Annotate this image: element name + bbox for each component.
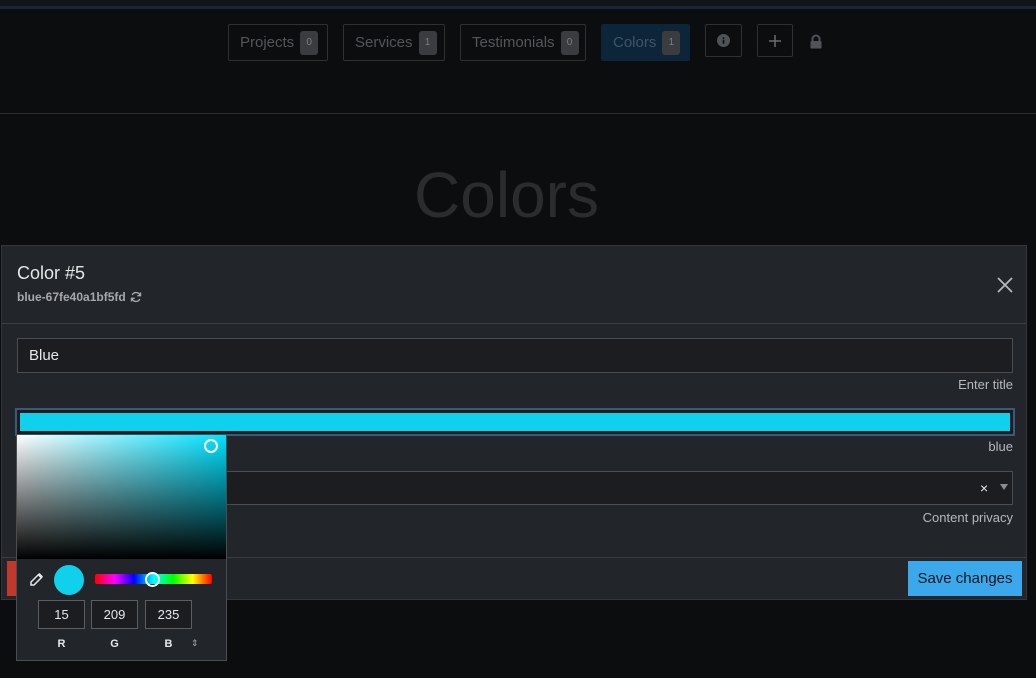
nav-colors-label: Colors	[613, 34, 657, 51]
blue-input[interactable]	[145, 600, 192, 629]
chevron-down-icon[interactable]	[1000, 484, 1008, 490]
nav-bar: Projects 0 Services 1 Testimonials 0 Col…	[0, 24, 1036, 62]
modal-header-divider	[2, 323, 1026, 324]
color-input[interactable]	[15, 408, 1015, 436]
nav-projects-count: 0	[300, 30, 319, 55]
blue-label: B	[164, 638, 173, 650]
modal-title: Color #5	[17, 263, 86, 283]
nav-testimonials-label: Testimonials	[472, 34, 555, 51]
modal-slug: blue-67fe40a1bf5fd	[17, 290, 142, 304]
nav-testimonials-count: 0	[560, 30, 579, 55]
slug-text: blue-67fe40a1bf5fd	[17, 290, 126, 304]
nav-services-count: 1	[418, 30, 437, 55]
hue-slider-handle[interactable]	[145, 572, 160, 587]
nav-services-label: Services	[355, 34, 413, 51]
add-button[interactable]	[757, 24, 793, 57]
lock-icon	[810, 34, 822, 49]
info-button[interactable]	[705, 24, 742, 57]
format-toggle-icon[interactable]: ⇕	[191, 638, 199, 649]
nav-colors-button[interactable]: Colors 1	[601, 24, 690, 61]
color-value-swatch	[20, 413, 1010, 431]
save-button[interactable]: Save changes	[908, 561, 1022, 596]
privacy-helper-text: Content privacy	[922, 510, 1013, 525]
nav-projects-button[interactable]: Projects 0	[228, 24, 328, 61]
eyedropper-icon[interactable]	[28, 572, 44, 588]
nav-projects-label: Projects	[240, 34, 295, 51]
saturation-value-cursor[interactable]	[204, 439, 218, 453]
plus-icon	[769, 34, 781, 47]
close-icon[interactable]	[995, 275, 1015, 295]
nav-colors-count: 1	[662, 30, 681, 55]
info-icon	[717, 34, 730, 47]
refresh-icon[interactable]	[130, 291, 142, 303]
title-helper-text: Enter title	[958, 377, 1013, 392]
color-preview	[54, 565, 84, 595]
color-picker-popup: R G B ⇕	[16, 434, 227, 661]
red-input[interactable]	[38, 600, 85, 629]
title-input[interactable]	[17, 338, 1013, 373]
top-accent-bar	[0, 0, 1036, 9]
page-title: Colors	[414, 159, 599, 231]
green-input[interactable]	[91, 600, 138, 629]
saturation-value-area[interactable]	[17, 435, 226, 559]
select-clear-icon[interactable]: ×	[980, 480, 988, 496]
lock-button[interactable]	[809, 34, 823, 54]
header-divider	[0, 113, 1036, 114]
color-helper-text: blue	[988, 439, 1013, 454]
red-label: R	[57, 638, 66, 650]
green-label: G	[110, 638, 119, 650]
nav-testimonials-button[interactable]: Testimonials 0	[460, 24, 586, 61]
nav-services-button[interactable]: Services 1	[343, 24, 445, 61]
